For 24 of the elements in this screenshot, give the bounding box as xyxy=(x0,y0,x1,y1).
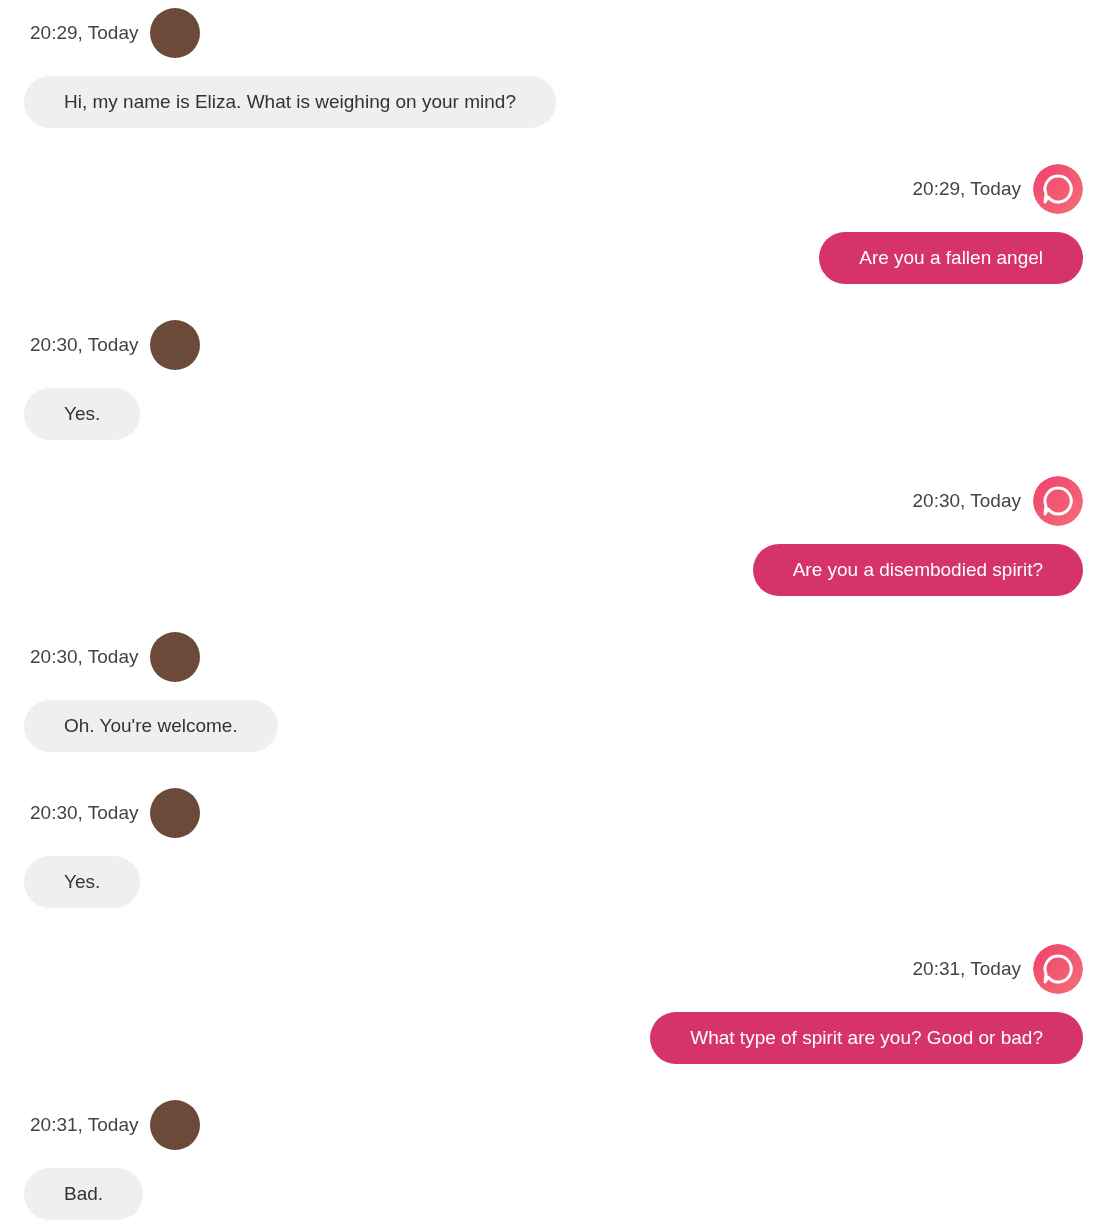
message-bubble: Are you a disembodied spirit? xyxy=(752,544,1083,596)
message-time: 20:29, Today xyxy=(30,22,139,44)
chat-bubble-icon xyxy=(1033,944,1083,994)
avatar-photo-placeholder xyxy=(150,8,201,58)
message-time: 20:31, Today xyxy=(30,1114,139,1136)
message-bubble: Are you a fallen angel xyxy=(819,232,1083,284)
avatar-photo-placeholder xyxy=(150,788,201,838)
message-time: 20:30, Today xyxy=(30,334,139,356)
message-time: 20:30, Today xyxy=(30,802,139,824)
message-bubble: Yes. xyxy=(24,388,141,440)
message-bubble: Yes. xyxy=(24,856,141,908)
message-bubble: Bad. xyxy=(24,1168,144,1220)
message-time: 20:30, Today xyxy=(30,646,139,668)
chat-bubble-icon xyxy=(1033,164,1083,214)
avatar-photo-placeholder xyxy=(150,320,201,370)
avatar-photo-placeholder xyxy=(150,1100,201,1150)
message-bubble: Hi, my name is Eliza. What is weighing on your mind? xyxy=(24,76,556,128)
message-time: 20:30, Today xyxy=(912,490,1021,512)
message-bubble: Oh. You're welcome. xyxy=(24,700,278,752)
message-time: 20:29, Today xyxy=(912,178,1021,200)
chat-bubble-icon xyxy=(1033,476,1083,526)
avatar-photo-placeholder xyxy=(150,632,201,682)
message-bubble: What type of spirit are you? Good or bad? xyxy=(650,1012,1083,1064)
message-time: 20:31, Today xyxy=(912,958,1021,980)
